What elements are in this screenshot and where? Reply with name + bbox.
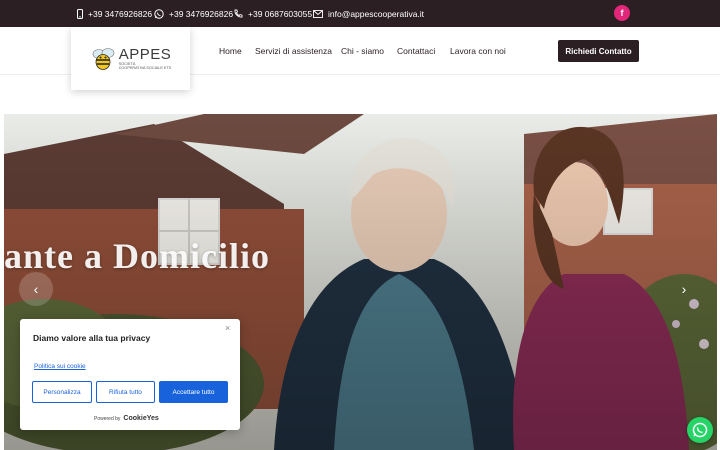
nav-contattaci[interactable]: Contattaci — [397, 27, 435, 75]
logo[interactable]: APPES SOCIETÀ COOPERATIVA SOCIALE ETS — [71, 27, 190, 90]
slider-prev-button[interactable]: ‹ — [19, 272, 53, 306]
landline-contact[interactable]: +39 0687603055 — [233, 0, 312, 27]
top-bar: +39 3476926826 +39 3476926826 +39 068760… — [0, 0, 720, 27]
whatsapp-icon — [154, 8, 164, 19]
chevron-left-icon: ‹ — [33, 281, 39, 297]
whatsapp-contact[interactable]: +39 3476926826 — [154, 0, 233, 27]
whatsapp-icon — [692, 422, 708, 438]
powered-by-label: Powered by — [94, 415, 121, 422]
whatsapp-number: +39 3476926826 — [169, 8, 234, 19]
envelope-icon — [313, 9, 323, 18]
slider-next-button[interactable]: › — [667, 272, 701, 306]
nav-lavora-con-noi[interactable]: Lavora con noi — [450, 27, 506, 75]
logo-subtitle-2: COOPERATIVA SOCIALE ETS — [118, 66, 172, 70]
cookieyes-logo[interactable]: CookieYes — [123, 415, 158, 422]
cookie-consent-banner: × Diamo valore alla tua privacy Politica… — [20, 319, 240, 430]
landline-number: +39 0687603055 — [248, 8, 313, 19]
logo-text: APPES SOCIETÀ COOPERATIVA SOCIALE ETS — [119, 47, 172, 71]
phone-number: +39 3476926826 — [88, 8, 153, 19]
nav-servizi[interactable]: Servizi di assistenza — [255, 27, 332, 75]
hero-title: ante a Domicilio — [4, 236, 270, 276]
mobile-phone-icon — [77, 8, 83, 19]
email-address: info@appescooperativa.it — [328, 8, 425, 19]
email-contact[interactable]: info@appescooperativa.it — [313, 0, 424, 27]
nav-chi-siamo[interactable]: Chi - siamo — [341, 27, 384, 75]
cookie-policy-link[interactable]: Politica sui cookie — [34, 363, 86, 370]
bee-logo-icon — [92, 47, 114, 70]
accept-all-button[interactable]: Accettare tutto — [159, 381, 228, 403]
close-icon[interactable]: × — [225, 323, 230, 333]
logo-name: APPES — [118, 45, 172, 63]
cookie-title: Diamo valore alla tua privacy — [33, 333, 151, 343]
chevron-right-icon: › — [681, 281, 687, 297]
facebook-icon[interactable]: f — [614, 5, 630, 21]
request-contact-button[interactable]: Richiedi Contatto — [558, 40, 639, 62]
customize-button[interactable]: Personalizza — [32, 381, 92, 403]
phone-icon — [234, 9, 243, 17]
logo-group: APPES SOCIETÀ COOPERATIVA SOCIALE ETS — [90, 46, 172, 72]
whatsapp-chat-button[interactable] — [687, 417, 713, 443]
reject-all-button[interactable]: Rifiuta tutto — [96, 381, 155, 403]
powered-by: Powered by CookieYes — [94, 415, 159, 422]
nav-home[interactable]: Home — [219, 27, 242, 75]
phone-contact[interactable]: +39 3476926826 — [77, 0, 152, 27]
